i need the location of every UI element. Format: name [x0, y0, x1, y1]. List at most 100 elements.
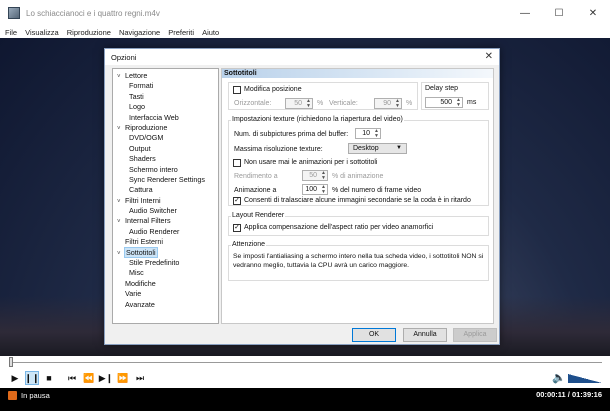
minimize-icon[interactable]: —	[508, 0, 542, 26]
play-icon[interactable]: ▶	[8, 371, 22, 385]
next-icon[interactable]: ⏭	[133, 371, 147, 385]
seek-bar[interactable]	[0, 356, 610, 368]
dialog-title-bar: Opzioni ✕	[105, 49, 499, 65]
tree-item-label: Tasti	[129, 91, 144, 101]
stop-icon[interactable]: ■	[42, 371, 56, 385]
window-title: Lo schiaccianoci e i quattro regni.m4v	[26, 8, 160, 18]
frame-step-icon[interactable]: ▶❙	[99, 371, 113, 385]
menu-aiuto[interactable]: Aiuto	[198, 28, 223, 37]
menu-visualizza[interactable]: Visualizza	[21, 28, 63, 37]
settings-panel: Sottotitoli Modifica posizione Orizzonta…	[221, 68, 494, 324]
tree-item-label: Audio Renderer	[129, 226, 180, 236]
modifica-posizione-label: Modifica posizione	[244, 86, 302, 93]
playback-time: 00:00:11 / 01:39:16	[536, 390, 602, 399]
tree-item-label: Stile Predefinito	[129, 258, 180, 268]
tree-item-label: Interfaccia Web	[129, 112, 179, 122]
title-bar: Lo schiaccianoci e i quattro regni.m4v —…	[0, 0, 610, 26]
tree-item-label: Misc	[129, 268, 144, 278]
tree-item[interactable]: Stile Predefinito	[113, 258, 218, 268]
menu-navigazione[interactable]: Navigazione	[115, 28, 164, 37]
tree-item-label: Audio Switcher	[129, 206, 177, 216]
rendimento-label: Rendimento a	[234, 173, 278, 180]
tree-item[interactable]: ˅ Lettore	[113, 71, 218, 81]
tree-item[interactable]: ˅ Filtri Interni	[113, 196, 218, 206]
tree-item-label: Modifiche	[125, 278, 156, 288]
tree-item[interactable]: Modifiche	[113, 279, 218, 289]
delay-label: Delay step	[425, 85, 459, 92]
tree-item-label: Shaders	[129, 154, 156, 164]
tree-item[interactable]: ˅ Riproduzione	[113, 123, 218, 133]
skip-subpictures-checkbox[interactable]: ✓	[233, 197, 241, 205]
delay-unit: ms	[467, 99, 477, 106]
tree-item[interactable]: ˅ Sottotitoli	[113, 246, 218, 259]
dialog-title: Opzioni	[111, 52, 137, 62]
menu-preferiti[interactable]: Preferiti	[164, 28, 198, 37]
rewind-icon[interactable]: ⏪	[82, 371, 96, 385]
tree-item-label: Schermo intero	[129, 164, 178, 174]
animazione-suffix: % del numero di frame video	[332, 187, 422, 194]
volume-slider[interactable]	[568, 374, 602, 383]
orizzontale-unit: %	[317, 100, 324, 107]
orizzontale-input[interactable]: 50 ▲ ▼	[285, 98, 313, 109]
chevron-down-icon: ▼	[396, 145, 402, 151]
tree-item-label: Riproduzione	[125, 122, 168, 132]
aspect-ratio-checkbox[interactable]: ✓	[233, 224, 241, 232]
menu-riproduzione[interactable]: Riproduzione	[63, 28, 115, 37]
tree-item-label: Filtri Esterni	[125, 237, 163, 247]
layout-renderer-title: Layout Renderer	[231, 212, 286, 219]
chevron-down-icon[interactable]: ˅	[117, 249, 125, 259]
delay-input[interactable]: 500 ▲ ▼	[425, 97, 463, 108]
tree-item[interactable]: Interfaccia Web	[113, 113, 218, 123]
tree-item[interactable]: Misc	[113, 268, 218, 278]
tree-item[interactable]: Tasti	[113, 92, 218, 102]
chevron-down-icon[interactable]: ˅	[117, 217, 125, 227]
speaker-icon[interactable]: 🔈	[552, 371, 566, 384]
taskbar-strip	[0, 402, 610, 411]
tree-item[interactable]: Schermo intero	[113, 165, 218, 175]
no-animation-checkbox[interactable]	[233, 159, 241, 167]
ok-button[interactable]: OK	[352, 328, 396, 342]
tree-item[interactable]: Avanzate	[113, 300, 218, 310]
tree-item-label: Output	[129, 143, 151, 153]
resolution-label: Massima risoluzione texture:	[234, 146, 323, 153]
buffer-input[interactable]: 10 ▲ ▼	[355, 128, 381, 139]
tree-item[interactable]: Shaders	[113, 154, 218, 164]
seek-thumb[interactable]	[9, 357, 14, 367]
tree-item[interactable]: Filtri Esterni	[113, 237, 218, 247]
tree-item[interactable]: Cattura	[113, 185, 218, 195]
tree-item[interactable]: ˅ Internal Filters	[113, 216, 218, 226]
prev-icon[interactable]: ⏮	[65, 371, 79, 385]
close-icon[interactable]: ✕	[576, 0, 610, 26]
maximize-icon[interactable]: ☐	[542, 0, 576, 26]
cancel-button[interactable]: Annulla	[403, 328, 447, 342]
chevron-down-icon[interactable]: ˅	[117, 197, 125, 207]
rendimento-input[interactable]: 50 ▲ ▼	[302, 170, 328, 181]
orizzontale-label: Orizzontale:	[234, 100, 272, 107]
attention-text: Se imposti l'antialiasing a schermo inte…	[233, 253, 484, 269]
animazione-input[interactable]: 100 ▲ ▼	[302, 184, 328, 195]
tree-item[interactable]: Output	[113, 144, 218, 154]
dialog-close-icon[interactable]: ✕	[485, 51, 493, 62]
chevron-down-icon[interactable]: ˅	[117, 72, 125, 82]
modifica-posizione-checkbox[interactable]	[233, 86, 241, 94]
verticale-input[interactable]: 90 ▲ ▼	[374, 98, 402, 109]
status-icon	[8, 390, 17, 400]
tree-item-label: Filtri Interni	[125, 195, 161, 205]
tree-item[interactable]: Audio Renderer	[113, 227, 218, 237]
options-dialog: Opzioni ✕ ˅ Lettore Formati Tasti Logo Interf…	[104, 48, 500, 345]
pause-icon[interactable]: ❙❙	[24, 371, 40, 385]
tree-item[interactable]: Varie	[113, 289, 218, 299]
control-bar: ▶ ❙❙ ■ ⏮ ⏪ ▶❙ ⏩ ⏭ 🔈	[0, 368, 610, 388]
tree-item-label: Internal Filters	[125, 216, 171, 226]
menu-file[interactable]: File	[0, 28, 21, 37]
tree-item[interactable]: Logo	[113, 102, 218, 112]
tree-item[interactable]: Formati	[113, 81, 218, 91]
tree-item[interactable]: DVD/OGM	[113, 133, 218, 143]
fast-forward-icon[interactable]: ⏩	[116, 371, 130, 385]
resolution-select[interactable]: Desktop ▼	[348, 143, 407, 154]
tree-item-label: DVD/OGM	[129, 133, 164, 143]
chevron-down-icon[interactable]: ˅	[117, 124, 125, 134]
tree-item[interactable]: Sync Renderer Settings	[113, 175, 218, 185]
tree-item[interactable]: Audio Switcher	[113, 206, 218, 216]
apply-button[interactable]: Applica	[453, 328, 497, 342]
